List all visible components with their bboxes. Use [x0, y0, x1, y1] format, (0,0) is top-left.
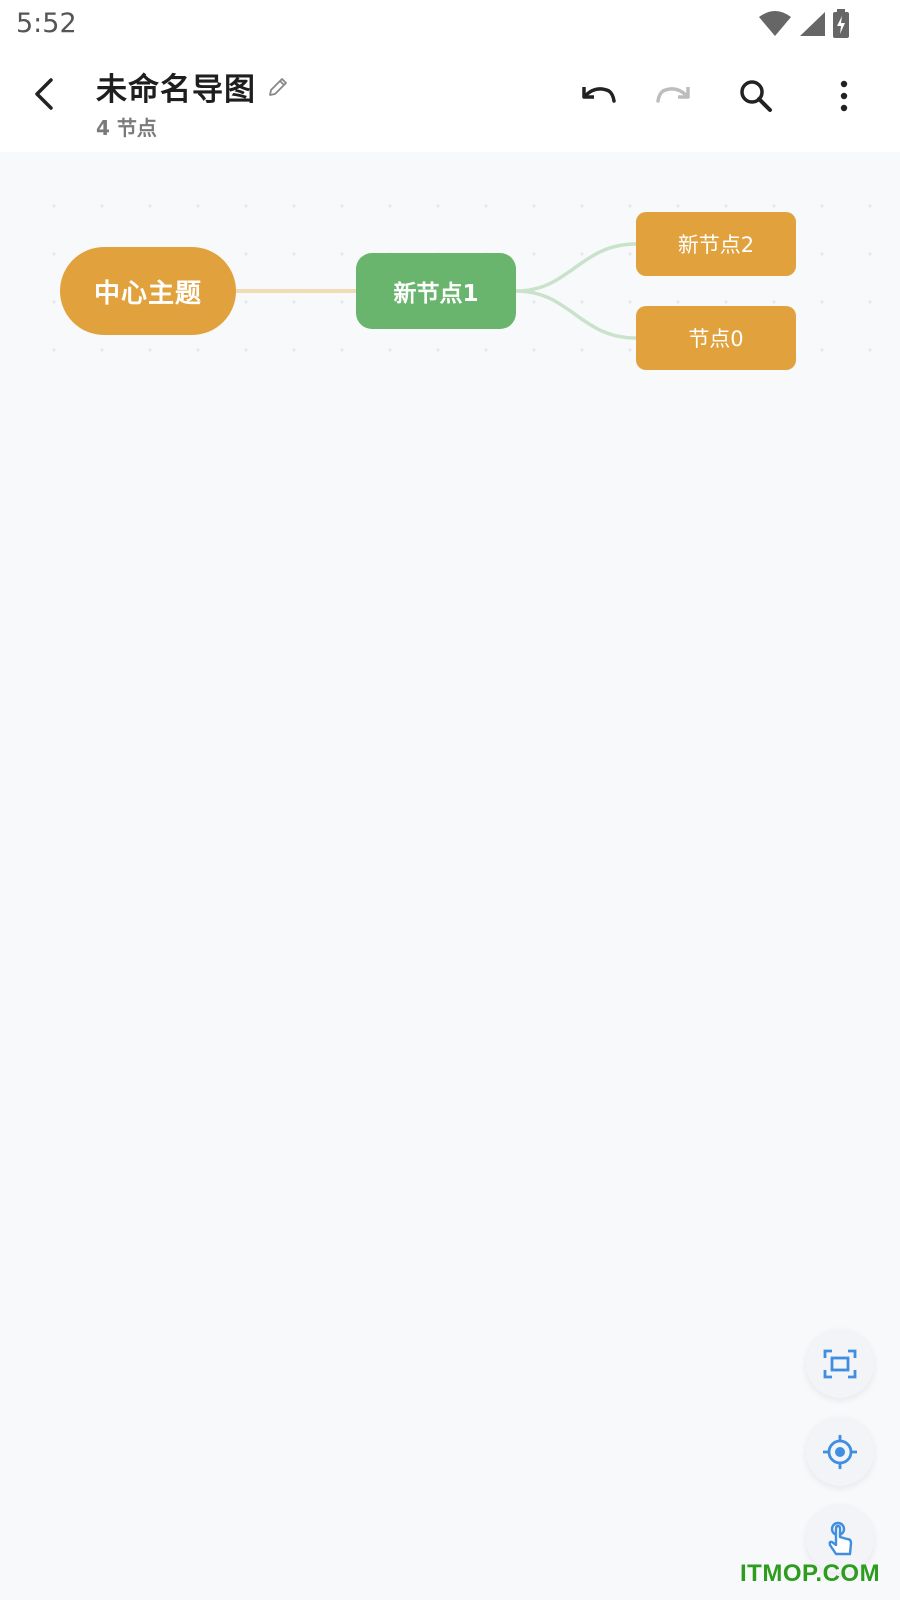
redo-icon [656, 87, 690, 103]
search-icon [740, 80, 772, 112]
mindmap-canvas[interactable]: 中心主题 新节点1 新节点2 节点0 [0, 152, 900, 1600]
fit-screen-button[interactable] [806, 1330, 874, 1398]
node-count: 4 节点 [96, 116, 157, 140]
more-options-button[interactable] [818, 70, 870, 122]
undo-button[interactable] [570, 70, 622, 122]
watermark: ITMOP.COM [740, 1560, 881, 1587]
pencil-icon [269, 77, 287, 96]
wifi-icon [759, 11, 791, 36]
edit-title-button[interactable] [266, 75, 290, 99]
mindmap-child-node[interactable]: 新节点1 [356, 253, 516, 329]
more-vert-icon [840, 80, 848, 112]
touch-icon [828, 1521, 853, 1556]
link-child-to-leaf-top [515, 242, 637, 293]
search-button[interactable] [730, 70, 782, 122]
signal-icon [800, 12, 825, 36]
status-time: 5:52 [16, 8, 77, 39]
title-group: 未命名导图 [96, 64, 290, 109]
back-button[interactable] [16, 66, 72, 122]
redo-button[interactable] [650, 70, 702, 122]
fit-screen-icon [823, 1349, 857, 1379]
mindmap-leaf-node[interactable]: 节点0 [636, 306, 796, 370]
status-bar: 5:52 [0, 0, 900, 50]
status-icons [758, 8, 850, 40]
mindmap-root-node[interactable]: 中心主题 [60, 247, 236, 335]
battery-charging-icon [833, 9, 849, 38]
center-view-button[interactable] [806, 1418, 874, 1486]
mindmap-leaf-node[interactable]: 新节点2 [636, 212, 796, 276]
undo-icon [582, 87, 616, 103]
arrow-left-icon [35, 78, 53, 110]
link-child-to-leaf-bottom [515, 289, 637, 340]
center-target-icon [823, 1435, 857, 1469]
page-title[interactable]: 未命名导图 [96, 64, 256, 109]
app-bar: 未命名导图 4 节点 [0, 50, 900, 152]
